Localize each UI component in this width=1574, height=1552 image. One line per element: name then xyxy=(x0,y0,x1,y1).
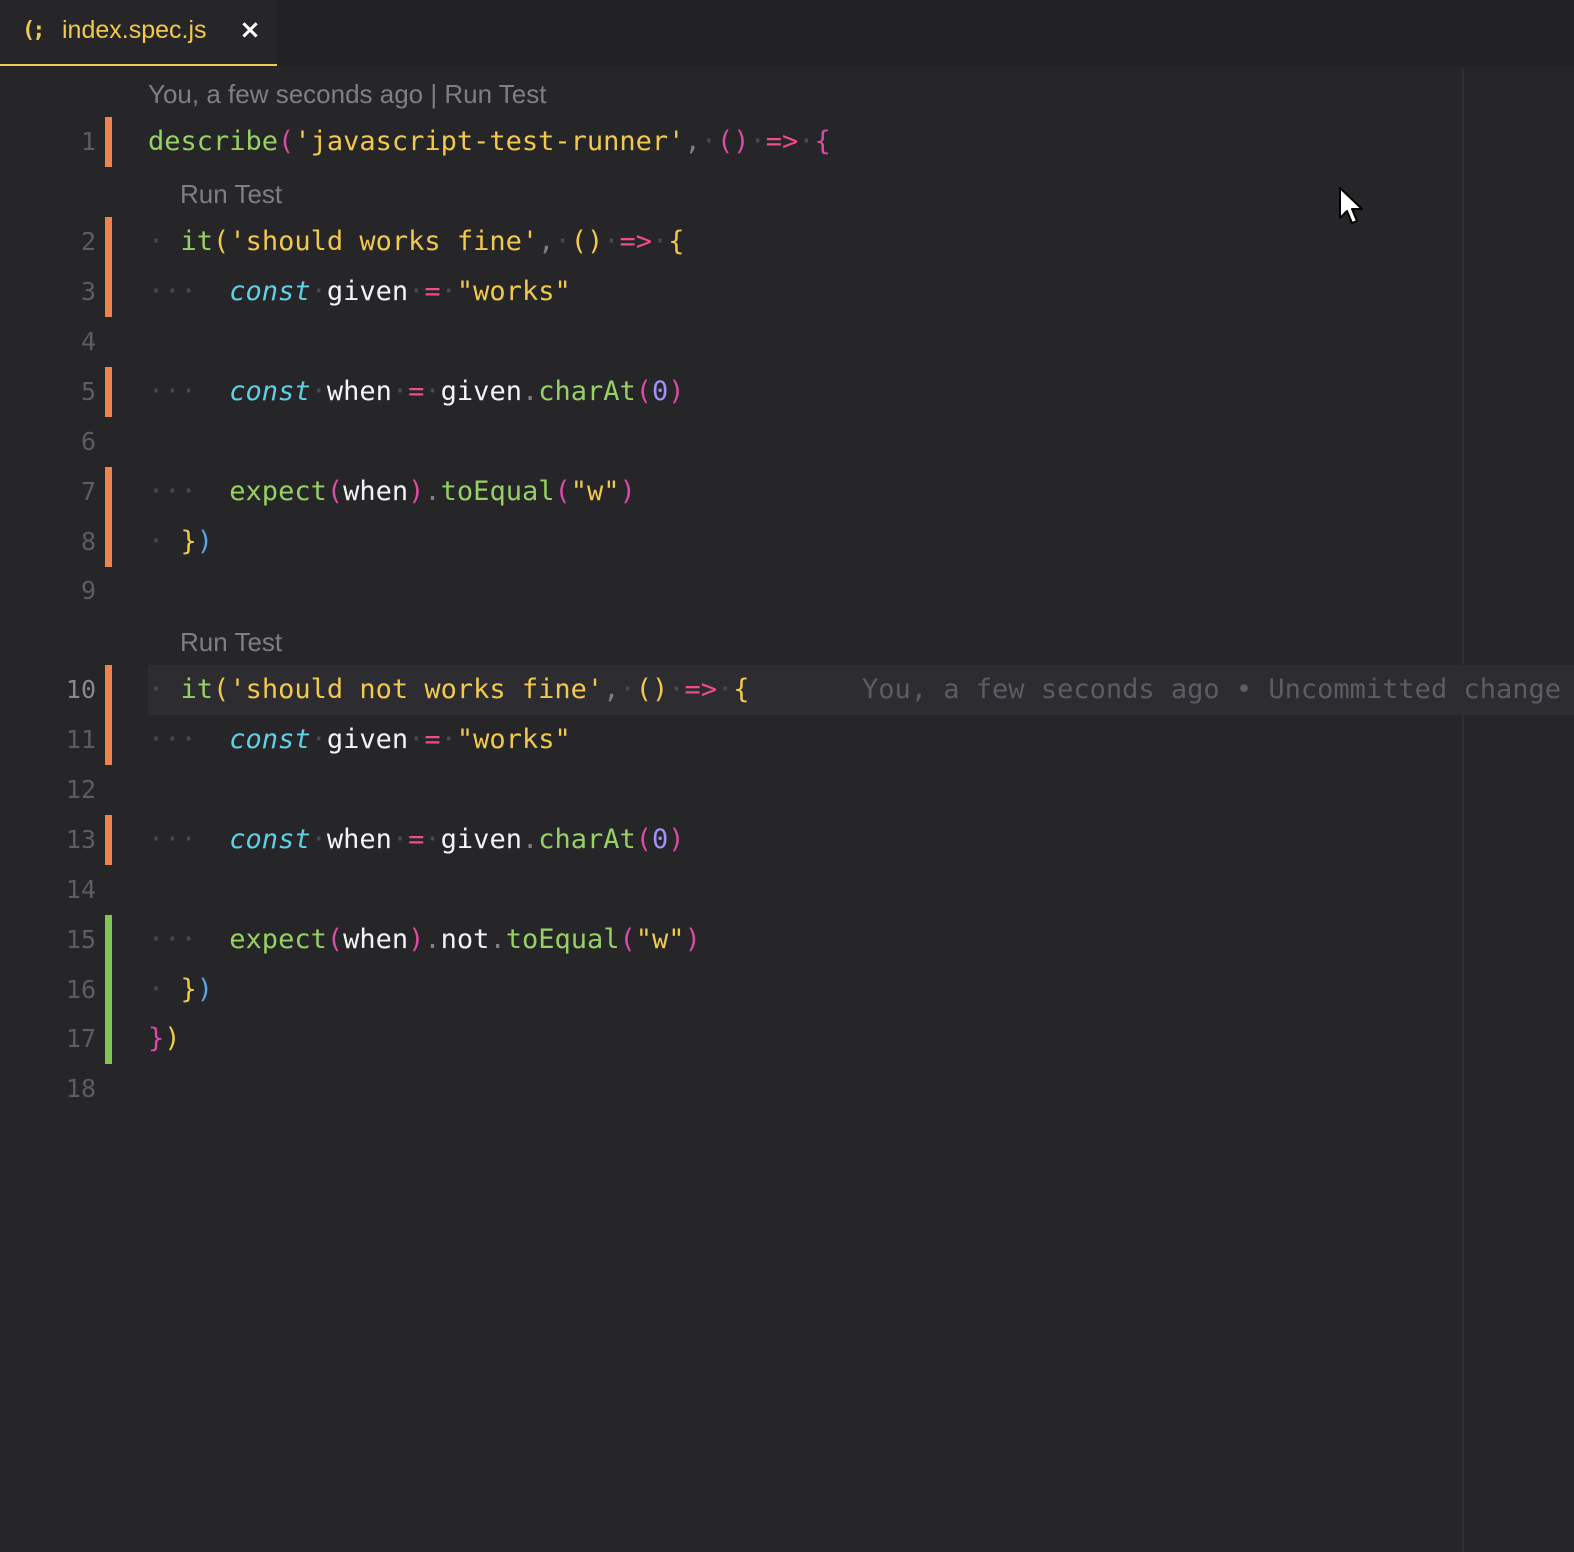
code-text: ··· expect(when).not.toEqual("w") xyxy=(148,924,701,955)
code-line: 16 · }) xyxy=(0,965,1574,1015)
gutter-modified-marker[interactable] xyxy=(105,715,112,765)
code-line: 1 describe('javascript-test-runner',·()·… xyxy=(0,117,1574,167)
code-line: 12 xyxy=(0,765,1574,815)
line-number: 6 xyxy=(80,427,96,456)
codelens-run-test[interactable]: Run Test xyxy=(444,79,546,109)
codelens-author[interactable]: You, a few seconds ago xyxy=(148,79,423,109)
code-line: 17 }) xyxy=(0,1014,1574,1064)
javascript-file-icon: (; xyxy=(22,18,45,43)
code-text: ··· const·when·=·given.charAt(0) xyxy=(148,376,685,407)
gutter-added-marker[interactable] xyxy=(105,915,112,965)
code-line: 3 ··· const·given·=·"works" xyxy=(0,267,1574,317)
code-text: ··· const·when·=·given.charAt(0) xyxy=(148,824,685,855)
git-blame-annotation: You, a few seconds ago • Uncommitted cha… xyxy=(862,674,1561,705)
gutter-modified-marker[interactable] xyxy=(105,815,112,865)
code-line: 6 xyxy=(0,417,1574,467)
code-text: ··· expect(when).toEqual("w") xyxy=(148,476,636,507)
token-function: describe xyxy=(148,126,279,157)
code-line: 14 xyxy=(0,865,1574,915)
line-number: 2 xyxy=(80,227,96,256)
code-text: · it('should not works fine',·()·=>·{ xyxy=(148,674,750,705)
code-text: · }) xyxy=(148,526,214,557)
code-editor[interactable]: You, a few seconds ago | Run Test 1 desc… xyxy=(0,66,1574,1552)
code-line: 7 ··· expect(when).toEqual("w") xyxy=(0,467,1574,517)
codelens-describe: You, a few seconds ago | Run Test xyxy=(148,74,546,114)
code-text: describe('javascript-test-runner',·()·=>… xyxy=(148,126,831,157)
line-number: 5 xyxy=(80,377,96,406)
gutter-modified-marker[interactable] xyxy=(105,367,112,417)
tab-bar: (; index.spec.js × xyxy=(0,0,1574,66)
line-number: 16 xyxy=(65,975,96,1004)
line-number: 11 xyxy=(65,725,96,754)
mouse-pointer-icon xyxy=(1339,187,1363,224)
code-line: 8 · }) xyxy=(0,517,1574,567)
codelens-run-test[interactable]: Run Test xyxy=(180,627,282,657)
gutter-modified-marker[interactable] xyxy=(105,517,112,567)
token-string: 'javascript-test-runner' xyxy=(294,126,685,157)
code-line: 18 xyxy=(0,1064,1574,1114)
code-line: 4 xyxy=(0,317,1574,367)
line-number: 14 xyxy=(65,875,96,904)
code-line: 15 ··· expect(when).not.toEqual("w") xyxy=(0,915,1574,965)
line-number: 13 xyxy=(65,825,96,854)
codelens-run-test[interactable]: Run Test xyxy=(180,179,282,209)
line-number: 1 xyxy=(80,127,96,156)
code-text: · }) xyxy=(148,974,214,1005)
gutter-modified-marker[interactable] xyxy=(105,217,112,267)
line-number: 3 xyxy=(80,277,96,306)
gutter-modified-marker[interactable] xyxy=(105,665,112,715)
line-number: 9 xyxy=(80,576,96,605)
line-number: 8 xyxy=(80,527,96,556)
codelens-test-1: Run Test xyxy=(180,174,282,214)
code-text: ··· const·given·=·"works" xyxy=(148,276,571,307)
line-number: 17 xyxy=(65,1024,96,1053)
code-text: }) xyxy=(148,1023,181,1054)
close-icon[interactable]: × xyxy=(238,14,262,46)
gutter-modified-marker[interactable] xyxy=(105,267,112,317)
line-number: 7 xyxy=(80,477,96,506)
line-number: 12 xyxy=(65,775,96,804)
gutter-added-marker[interactable] xyxy=(105,965,112,1015)
codelens-test-2: Run Test xyxy=(180,622,282,662)
gutter-modified-marker[interactable] xyxy=(105,467,112,517)
code-line-current: 10 · it('should not works fine',·()·=>·{… xyxy=(0,665,1574,715)
line-number: 4 xyxy=(80,327,96,356)
line-number: 18 xyxy=(65,1074,96,1103)
code-line: 5 ··· const·when·=·given.charAt(0) xyxy=(0,367,1574,417)
tab-title: index.spec.js xyxy=(62,16,207,44)
gutter-modified-marker[interactable] xyxy=(105,117,112,167)
codelens-separator: | xyxy=(423,79,445,109)
code-line: 11 ··· const·given·=·"works" xyxy=(0,715,1574,765)
tab-index-spec-js[interactable]: (; index.spec.js × xyxy=(0,0,277,66)
code-text: · it('should works fine',·()·=>·{ xyxy=(148,226,685,257)
line-number: 10 xyxy=(65,675,96,704)
line-number: 15 xyxy=(65,925,96,954)
code-line: 13 ··· const·when·=·given.charAt(0) xyxy=(0,815,1574,865)
gutter-added-marker[interactable] xyxy=(105,1014,112,1064)
code-line: 9 xyxy=(0,566,1574,616)
code-text: ··· const·given·=·"works" xyxy=(148,724,571,755)
